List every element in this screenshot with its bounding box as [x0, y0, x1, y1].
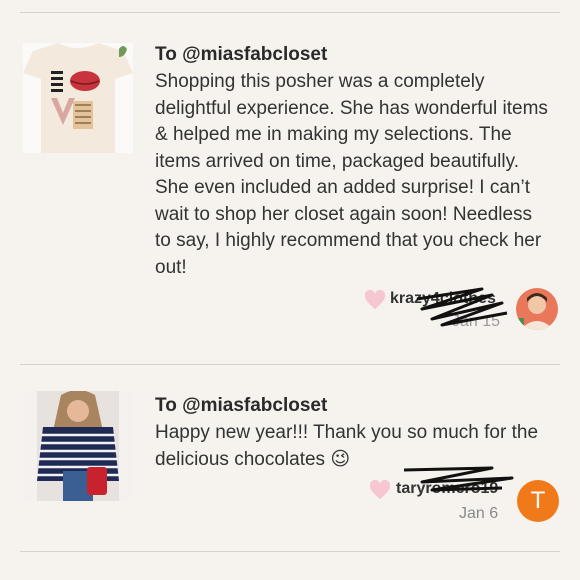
review-date: Jan 6	[459, 505, 499, 522]
heart-icon[interactable]	[364, 290, 386, 310]
scribble-redaction	[403, 466, 514, 492]
review-recipient[interactable]: To @miasfabcloset	[155, 44, 327, 66]
avatar[interactable]	[516, 288, 558, 330]
striped-sweater-photo-icon	[23, 391, 133, 501]
listing-thumbnail[interactable]	[23, 43, 133, 153]
avatar[interactable]: T	[517, 480, 559, 522]
review-recipient[interactable]: To @miasfabcloset	[155, 395, 327, 417]
tshirt-lips-icon	[23, 43, 133, 153]
review-text: Shopping this posher was a completely de…	[155, 71, 548, 278]
heart-icon[interactable]	[369, 480, 391, 500]
scribble-redaction	[416, 287, 508, 327]
top-divider	[20, 12, 560, 13]
review-divider	[20, 364, 560, 365]
user-photo-avatar	[516, 288, 558, 330]
listing-thumbnail[interactable]	[23, 391, 133, 501]
bottom-divider	[20, 551, 560, 552]
